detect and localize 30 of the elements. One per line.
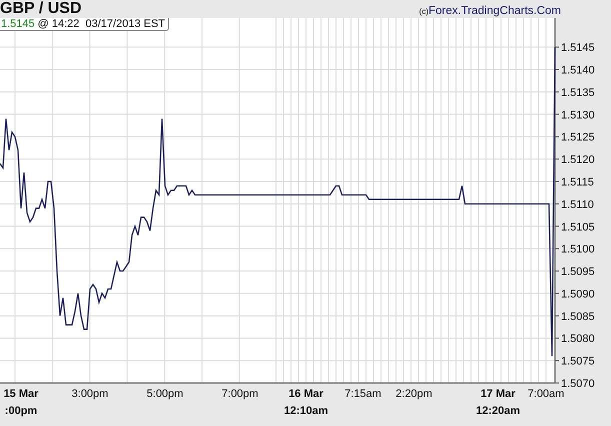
axis-label: 7:00pm xyxy=(222,388,258,400)
axis-label: 1.5115 xyxy=(561,176,594,188)
axis-label: 1.5100 xyxy=(561,244,595,256)
axis-label: 1.5110 xyxy=(561,198,594,211)
axis-label: 1.5140 xyxy=(561,64,595,76)
source-link[interactable]: Forex.TradingCharts.Com xyxy=(428,5,561,17)
axis-label: 1.5090 xyxy=(561,288,595,300)
axis-label: 7:15am xyxy=(344,388,382,400)
quote-time: @ 14:22 03/17/2013 EST xyxy=(38,18,166,30)
axis-label: 1.5135 xyxy=(561,86,595,99)
axis-label: 5:00pm xyxy=(146,388,184,400)
axis-label: 1.5105 xyxy=(561,221,595,234)
axis-label: 3:00pm xyxy=(72,388,108,400)
axis-label: 2:20pm xyxy=(396,388,432,400)
axis-label: 1.5130 xyxy=(561,109,595,122)
quote-price: 1.5145 xyxy=(1,18,35,30)
axis-label: 1.5125 xyxy=(561,132,595,144)
axis-label: 16 Mar 12:10am xyxy=(284,388,328,417)
axis-label: 15 Mar :00pm xyxy=(4,388,38,417)
axis-label: 1.5085 xyxy=(561,310,595,323)
axis-label: 17 Mar 12:20am xyxy=(476,388,520,417)
axis-label: 1.5145 xyxy=(561,42,595,54)
axis-label: 7:00am xyxy=(528,388,564,400)
copyright-mark: (c) xyxy=(419,7,428,16)
chart-title: GBP / USD xyxy=(0,0,82,18)
axis-label: 1.5095 xyxy=(561,266,595,278)
axis-label: 1.5070 xyxy=(561,378,595,390)
axis-label: 1.5120 xyxy=(561,154,595,166)
axis-label: 1.5080 xyxy=(561,333,595,346)
axis-label: 1.5075 xyxy=(561,356,595,368)
